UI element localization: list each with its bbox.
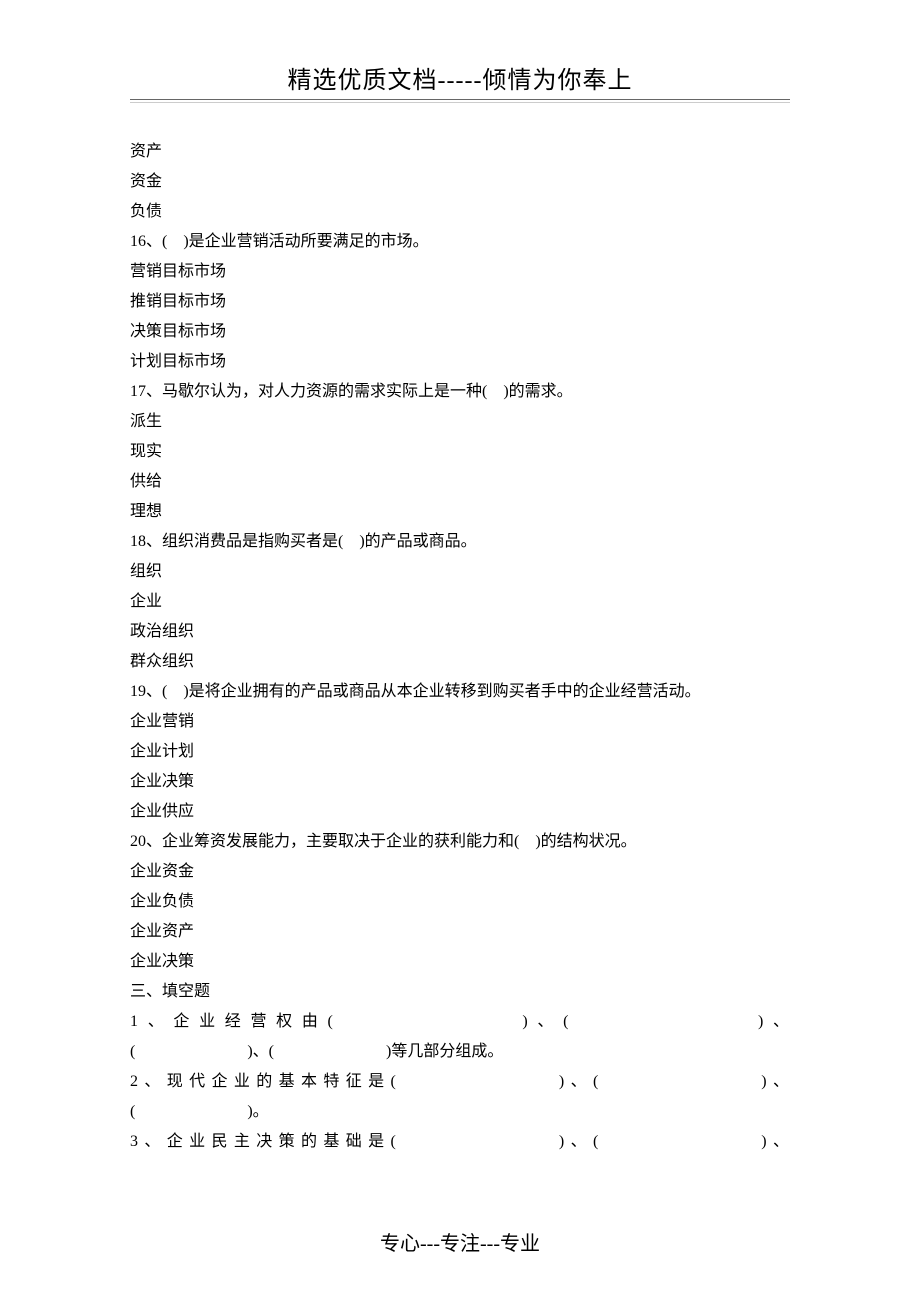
text-line: 3、企业民主决策的基础是( )、( )、: [130, 1127, 790, 1157]
page-footer: 专心---专注---专业: [0, 1227, 920, 1256]
text-line: 企业计划: [130, 737, 790, 767]
text-line: 18、组织消费品是指购买者是( )的产品或商品。: [130, 527, 790, 557]
text-line: 企业决策: [130, 767, 790, 797]
text-line: 决策目标市场: [130, 317, 790, 347]
text-line: 现实: [130, 437, 790, 467]
text-line: 企业供应: [130, 797, 790, 827]
text-line: 推销目标市场: [130, 287, 790, 317]
text-line: 19、( )是将企业拥有的产品或商品从本企业转移到购买者手中的企业经营活动。: [130, 677, 790, 707]
header-text: 精选优质文档-----倾情为你奉上: [288, 68, 633, 94]
text-line: 企业营销: [130, 707, 790, 737]
text-line: 负债: [130, 197, 790, 227]
text-line: 16、( )是企业营销活动所要满足的市场。: [130, 227, 790, 257]
text-line: 供给: [130, 467, 790, 497]
text-line: 三、填空题: [130, 977, 790, 1007]
text-line: 企业资金: [130, 857, 790, 887]
header-rule: [130, 99, 790, 103]
text-line: 群众组织: [130, 647, 790, 677]
text-line: ( )。: [130, 1097, 790, 1127]
text-line: 组织: [130, 557, 790, 587]
text-line: 营销目标市场: [130, 257, 790, 287]
text-line: 1、企业经营权由( )、( )、: [130, 1007, 790, 1037]
text-line: 理想: [130, 497, 790, 527]
text-line: 17、马歇尔认为，对人力资源的需求实际上是一种( )的需求。: [130, 377, 790, 407]
text-line: 2、现代企业的基本特征是( )、( )、: [130, 1067, 790, 1097]
text-line: 企业资产: [130, 917, 790, 947]
footer-text: 专心---专注---专业: [380, 1233, 540, 1255]
text-line: 资产: [130, 137, 790, 167]
text-line: 20、企业筹资发展能力，主要取决于企业的获利能力和( )的结构状况。: [130, 827, 790, 857]
document-body: 资产资金负债16、( )是企业营销活动所要满足的市场。营销目标市场推销目标市场决…: [130, 137, 790, 1157]
text-line: 企业: [130, 587, 790, 617]
text-line: 企业决策: [130, 947, 790, 977]
document-page: 精选优质文档-----倾情为你奉上 资产资金负债16、( )是企业营销活动所要满…: [0, 0, 920, 1302]
text-line: 计划目标市场: [130, 347, 790, 377]
text-line: 派生: [130, 407, 790, 437]
text-line: ( )、( )等几部分组成。: [130, 1037, 790, 1067]
text-line: 企业负债: [130, 887, 790, 917]
text-line: 政治组织: [130, 617, 790, 647]
text-line: 资金: [130, 167, 790, 197]
page-header: 精选优质文档-----倾情为你奉上: [130, 60, 790, 109]
